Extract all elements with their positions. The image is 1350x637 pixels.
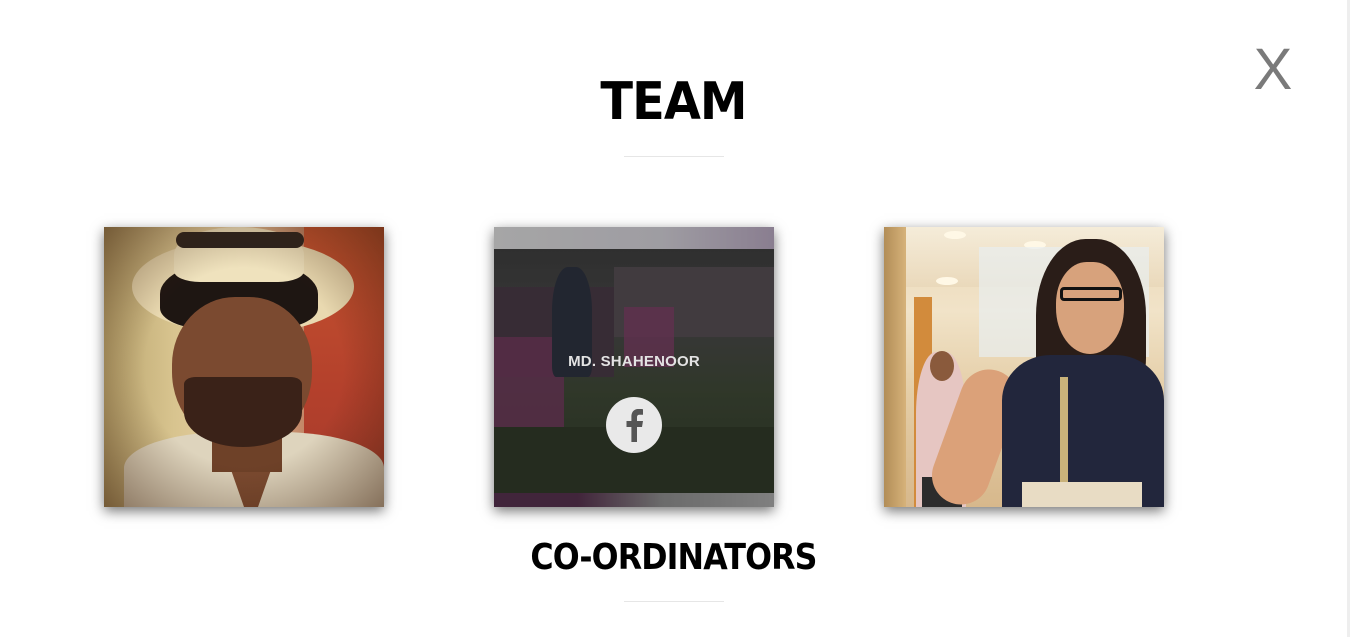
team-member-name: MD. SHAHENOOR (568, 353, 700, 370)
team-member-photo-2: MD. SHAHENOOR (494, 227, 774, 507)
facebook-icon[interactable] (606, 397, 662, 453)
team-modal: X TEAM MD. SHAHENOOR CO-ORDINATORS (0, 0, 1350, 637)
section-divider (624, 601, 724, 602)
title-divider (624, 156, 724, 157)
team-member-photo-1 (104, 227, 384, 507)
page-title: TEAM (600, 72, 747, 132)
team-member-card-1[interactable] (104, 227, 384, 507)
team-member-card-3[interactable] (884, 227, 1164, 507)
team-member-photo-3 (884, 227, 1164, 507)
team-member-card-2[interactable]: MD. SHAHENOOR (494, 227, 774, 507)
section-title: CO-ORDINATORS (530, 537, 817, 578)
